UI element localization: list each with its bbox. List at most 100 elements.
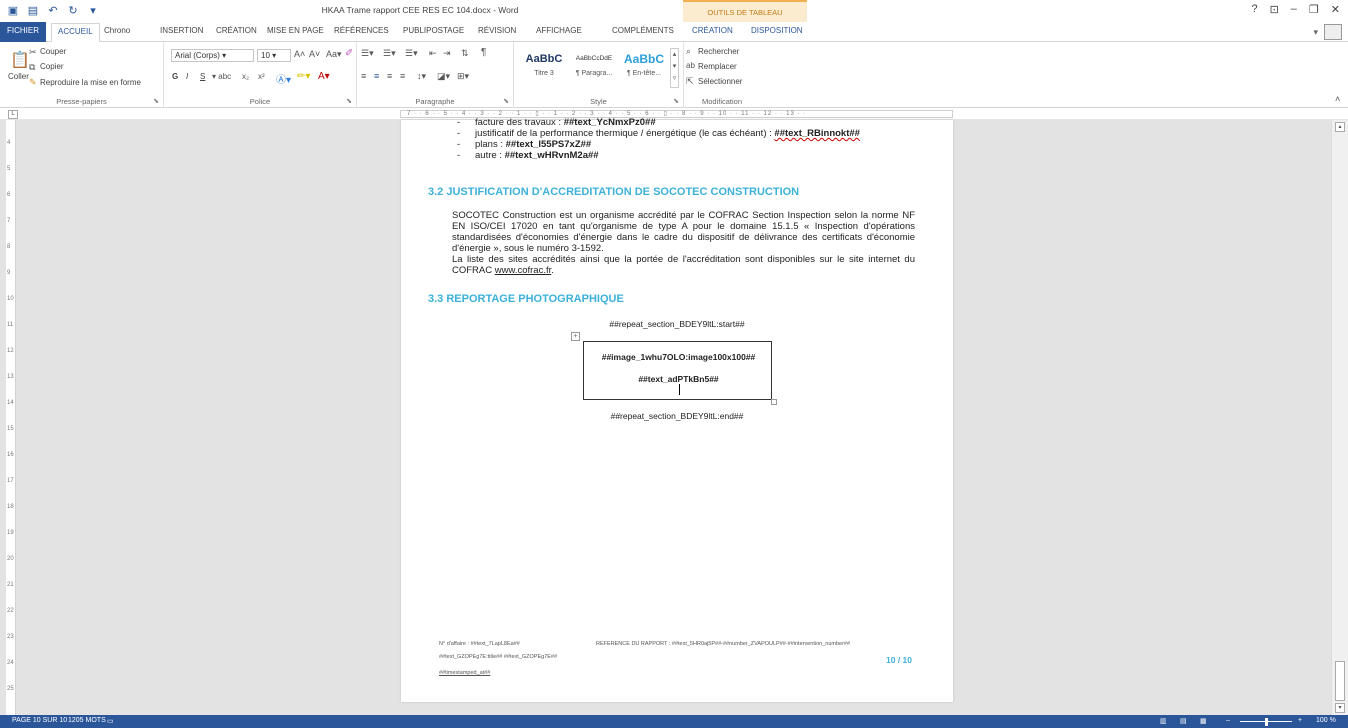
multilevel-list-icon[interactable]: ☰▾ <box>405 48 418 59</box>
shading-icon[interactable]: ◪▾ <box>437 71 450 82</box>
zoom-in-icon[interactable]: + <box>1298 717 1302 724</box>
account-dropdown-icon[interactable]: ▾ <box>1313 27 1318 38</box>
sort-icon[interactable]: ⇅ <box>461 48 469 59</box>
ribbon-display-icon[interactable]: ⊡ <box>1270 3 1279 16</box>
redo-icon[interactable]: ↻ <box>66 3 80 17</box>
paste-button[interactable]: Coller <box>8 72 29 81</box>
tab-mailings[interactable]: PUBLIPOSTAGE <box>403 26 464 35</box>
find-icon[interactable]: ⌕ <box>686 46 691 57</box>
align-left-icon[interactable]: ≡ <box>361 71 366 81</box>
scroll-up-icon[interactable]: ▴ <box>1335 122 1345 132</box>
tab-review[interactable]: RÉVISION <box>478 26 516 35</box>
increase-indent-icon[interactable]: ⇥ <box>443 48 451 59</box>
replace-button[interactable]: Remplacer <box>698 62 737 71</box>
line-spacing-icon[interactable]: ↕▾ <box>417 71 426 82</box>
save-icon[interactable]: ▤ <box>26 3 40 17</box>
proofing-icon[interactable]: ▭ <box>107 717 114 725</box>
select-button[interactable]: Sélectionner <box>698 77 742 86</box>
page-indicator[interactable]: PAGE 10 SUR 10 <box>12 717 67 724</box>
tab-table-design[interactable]: CRÉATION <box>692 26 733 35</box>
paste-icon[interactable]: 📋 <box>10 50 30 70</box>
help-icon[interactable]: ? <box>1251 3 1257 16</box>
list-item-tag: ##text_RBinnokt## <box>774 128 860 139</box>
tab-insert[interactable]: INSERTION <box>160 26 203 35</box>
tab-design[interactable]: CRÉATION <box>216 26 257 35</box>
style-gallery-scroll-icon[interactable]: ▴ ▾ ▿ <box>670 48 679 88</box>
tab-table-layout[interactable]: DISPOSITION <box>751 26 803 35</box>
tab-selector-icon[interactable]: L <box>8 110 18 119</box>
align-right-icon[interactable]: ≡ <box>387 71 392 81</box>
document-workspace[interactable]: 4 5 6 7 8 9 10 11 12 13 14 15 16 17 18 1… <box>0 117 1348 715</box>
undo-icon[interactable]: ↶ <box>46 3 60 17</box>
restore-button[interactable]: ❐ <box>1309 3 1319 16</box>
bullets-icon[interactable]: ☰▾ <box>361 48 374 59</box>
tab-file[interactable]: FICHIER <box>0 22 46 42</box>
scroll-thumb[interactable] <box>1335 661 1345 701</box>
style-header[interactable]: AaBbC ¶ En-tête... <box>620 48 668 88</box>
font-launcher-icon[interactable]: ⬊ <box>346 97 352 105</box>
decrease-indent-icon[interactable]: ⇤ <box>429 48 437 59</box>
borders-icon[interactable]: ⊞▾ <box>457 71 469 82</box>
text-effects-icon[interactable]: Ⓐ▾ <box>276 71 291 86</box>
copy-icon[interactable]: ⧉ <box>29 62 35 73</box>
document-page[interactable]: - facture des travaux : ##text_YcNmxPz0##… <box>401 117 953 702</box>
print-layout-icon[interactable]: ▤ <box>1180 717 1187 725</box>
tab-addins[interactable]: COMPLÉMENTS <box>612 26 674 35</box>
superscript-icon[interactable]: x² <box>258 72 265 81</box>
read-mode-icon[interactable]: ▥ <box>1160 717 1167 725</box>
select-icon[interactable]: ⇱ <box>686 76 694 87</box>
numbering-icon[interactable]: ☰▾ <box>383 48 396 59</box>
font-size-box[interactable]: 10 ▾ <box>257 49 291 62</box>
collapse-ribbon-icon[interactable]: ˄ <box>1335 94 1340 104</box>
change-case-icon[interactable]: Aa▾ <box>326 49 342 60</box>
table-resize-handle-icon[interactable] <box>771 399 777 405</box>
vertical-ruler[interactable]: 4 5 6 7 8 9 10 11 12 13 14 15 16 17 18 1… <box>6 120 16 715</box>
clipboard-launcher-icon[interactable]: ⬊ <box>153 97 159 105</box>
customize-qat-icon[interactable]: ▾ <box>86 3 100 17</box>
web-layout-icon[interactable]: ▦ <box>1200 717 1207 725</box>
justify-icon[interactable]: ≡ <box>400 71 405 81</box>
underline-button[interactable]: S <box>200 72 205 81</box>
vertical-scrollbar[interactable]: ▴ ▾ <box>1331 120 1348 715</box>
shrink-font-icon[interactable]: A˅ <box>309 49 320 59</box>
italic-button[interactable]: I <box>186 72 188 81</box>
cofrac-link[interactable]: www.cofrac.fr <box>495 265 552 276</box>
word-app-icon[interactable]: ▣ <box>6 3 20 17</box>
grow-font-icon[interactable]: A˄ <box>294 49 305 59</box>
style-heading3[interactable]: AaBbC Titre 3 <box>520 48 568 88</box>
clear-formatting-icon[interactable]: ✐ <box>345 48 353 59</box>
zoom-out-icon[interactable]: – <box>1226 717 1230 724</box>
tab-references[interactable]: RÉFÉRENCES <box>334 26 389 35</box>
format-painter-icon[interactable]: ✎ <box>29 77 37 88</box>
photo-table[interactable]: ##image_1whu7OLO:image100x100## ##text_a… <box>583 341 772 400</box>
font-color-icon[interactable]: A▾ <box>318 71 330 82</box>
font-name-box[interactable]: Arial (Corps) ▾ <box>171 49 254 62</box>
styles-launcher-icon[interactable]: ⬊ <box>673 97 679 105</box>
format-painter-button[interactable]: Reproduire la mise en forme <box>40 78 141 87</box>
tab-layout[interactable]: MISE EN PAGE <box>267 26 324 35</box>
tab-view[interactable]: AFFICHAGE <box>536 26 582 35</box>
table-move-handle-icon[interactable]: + <box>571 332 580 341</box>
scroll-down-icon[interactable]: ▾ <box>1335 703 1345 713</box>
avatar[interactable] <box>1324 24 1342 40</box>
tab-chrono[interactable]: Chrono <box>104 26 130 35</box>
cut-icon[interactable]: ✂ <box>29 47 37 58</box>
minimize-button[interactable]: – <box>1291 3 1297 16</box>
replace-icon[interactable]: ab <box>686 61 695 70</box>
strikethrough-icon[interactable]: ▾ abc <box>212 72 231 81</box>
copy-button[interactable]: Copier <box>40 62 64 71</box>
zoom-level[interactable]: 100 % <box>1316 717 1336 724</box>
zoom-slider-thumb[interactable] <box>1265 718 1268 726</box>
show-marks-icon[interactable]: ¶ <box>481 47 486 58</box>
bold-button[interactable]: G <box>172 72 178 81</box>
subscript-icon[interactable]: x₂ <box>242 72 249 81</box>
find-button[interactable]: Rechercher <box>698 47 739 56</box>
style-paragraph[interactable]: AaBbCcDdE ¶ Paragra... <box>570 48 618 88</box>
paragraph-launcher-icon[interactable]: ⬊ <box>503 97 509 105</box>
word-count[interactable]: 1205 MOTS <box>68 717 106 724</box>
tab-home[interactable]: ACCUEIL <box>51 23 100 43</box>
cut-button[interactable]: Couper <box>40 47 66 56</box>
close-button[interactable]: ✕ <box>1331 3 1340 16</box>
align-center-icon[interactable]: ≡ <box>374 71 379 81</box>
highlight-icon[interactable]: ✏▾ <box>297 71 310 82</box>
